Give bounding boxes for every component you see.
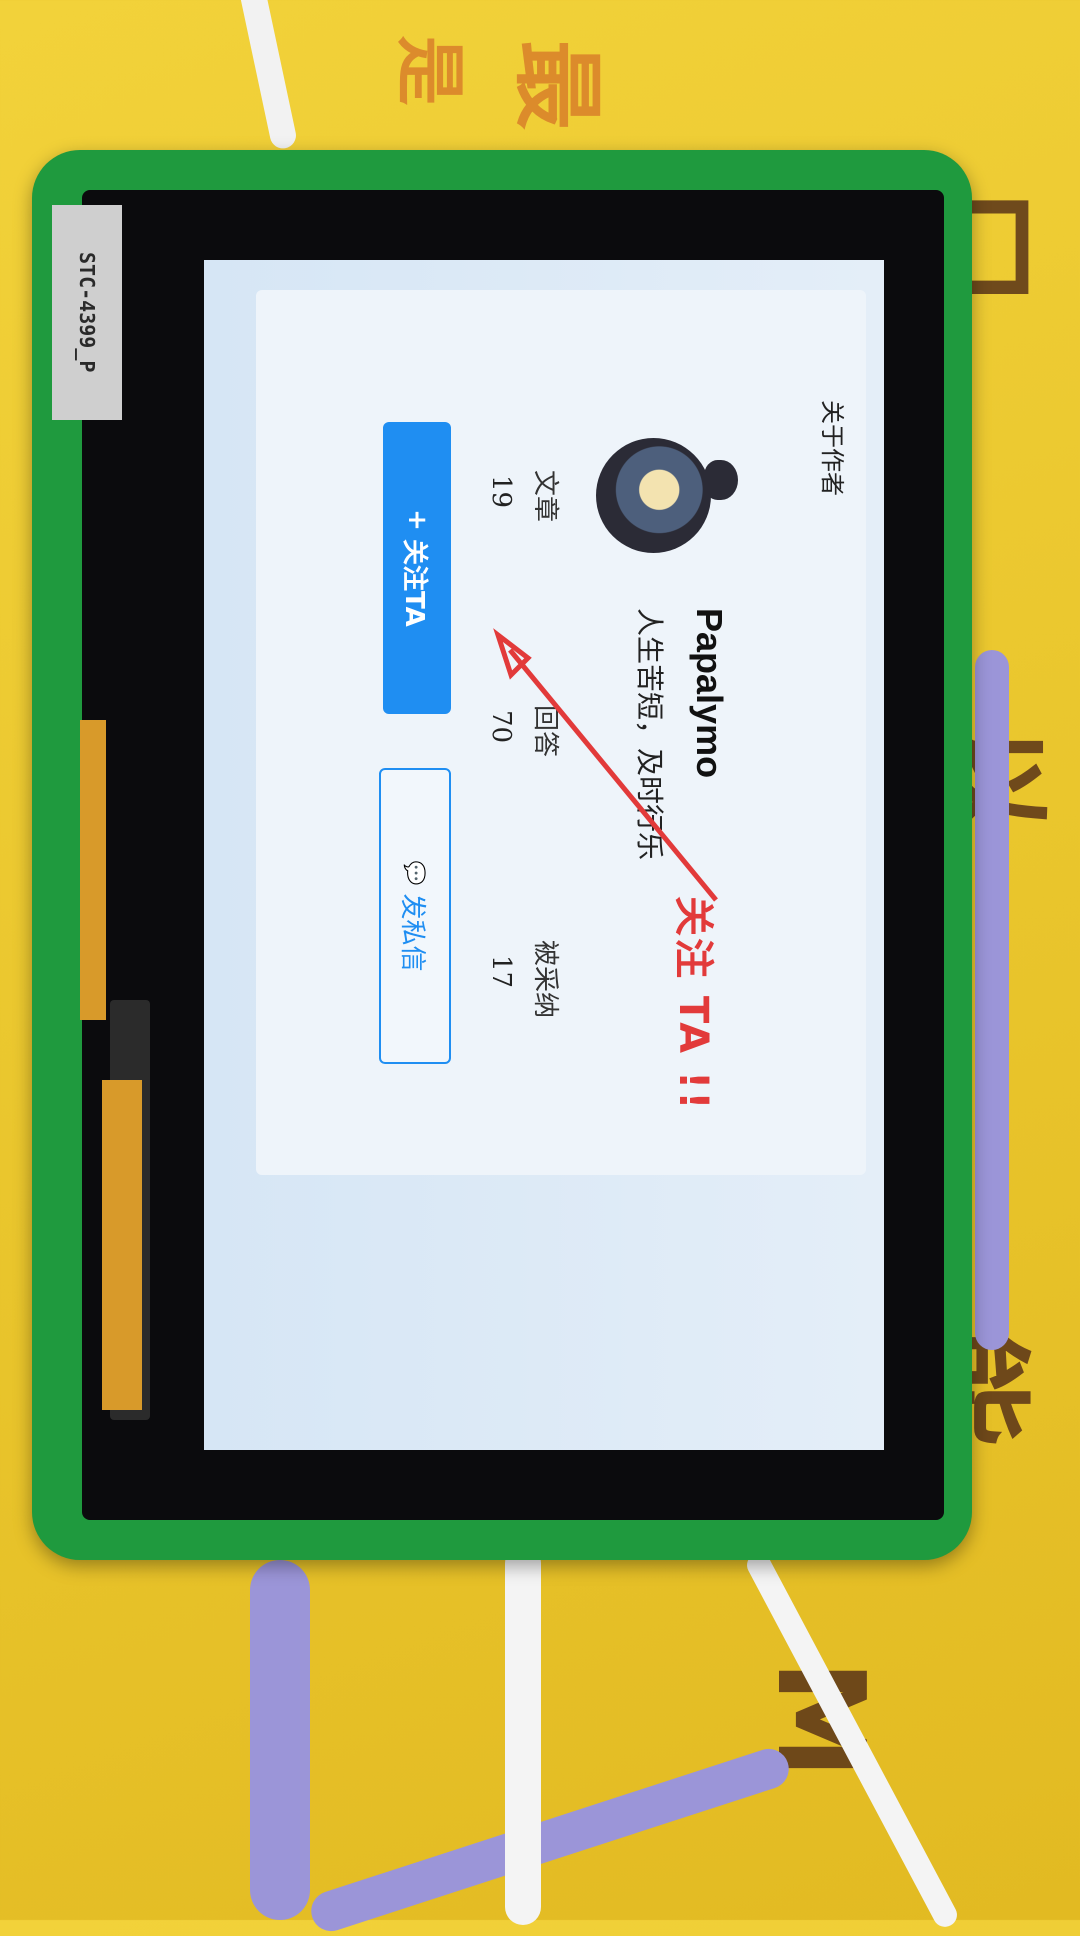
purple-cable-right [975,650,1009,1350]
white-cable-top [237,0,299,151]
model-label: STC-4399_P [52,205,122,420]
fabric-print-top-2: 最 [504,40,609,130]
arrow-shaft [508,648,718,902]
annotation-text: 关注 TA !! [670,896,716,1112]
purple-cable-bottom [250,1560,310,1920]
purple-cable-bottom-run [306,1743,794,1936]
fabric-print-top: 是 [388,35,471,106]
lcd-screen: 关于作者 Papalymo 人生苦短，及时行乐 文章 19 回答 70 被采纳 … [204,260,884,1450]
screen-content: 关于作者 Papalymo 人生苦短，及时行乐 文章 19 回答 70 被采纳 … [204,260,884,1450]
annotation-arrow [493,628,718,902]
author-card: 关于作者 Papalymo 人生苦短，及时行乐 文章 19 回答 70 被采纳 … [256,290,866,1175]
flex-cable-2 [102,1080,142,1410]
flex-cable [80,720,106,1020]
white-cable-bottom [505,1545,541,1925]
